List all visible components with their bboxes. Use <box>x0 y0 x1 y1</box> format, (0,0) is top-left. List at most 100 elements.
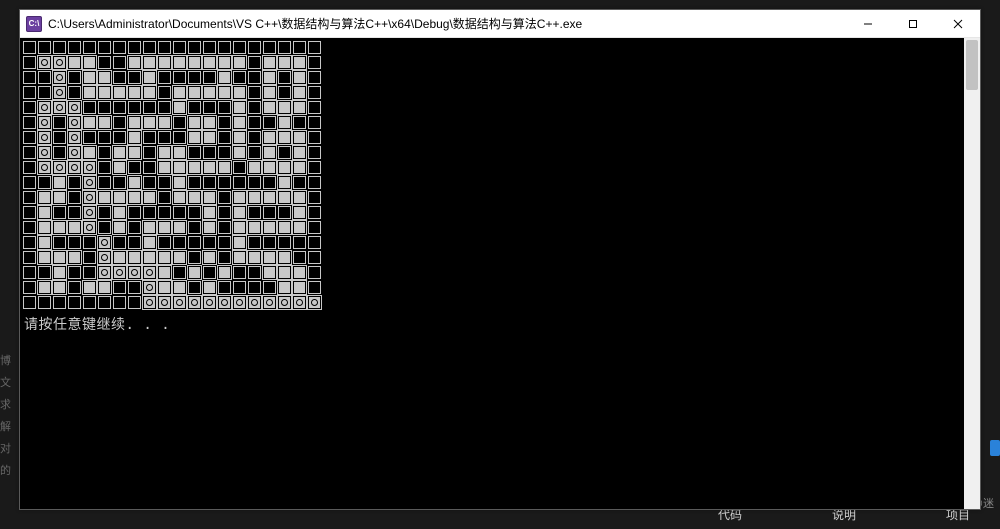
maze-cell <box>172 100 187 115</box>
scrollbar-thumb[interactable] <box>966 40 978 90</box>
maze-cell <box>52 115 67 130</box>
maze-cell <box>52 130 67 145</box>
maze-cell <box>97 85 112 100</box>
maze-cell <box>82 100 97 115</box>
console-scrollbar[interactable] <box>964 38 980 509</box>
maze-cell <box>247 190 262 205</box>
maze-cell <box>187 85 202 100</box>
maze-cell <box>142 85 157 100</box>
maze-cell <box>217 205 232 220</box>
close-button[interactable] <box>935 10 980 37</box>
maze-cell <box>112 100 127 115</box>
maze-cell <box>37 205 52 220</box>
maze-cell <box>307 250 322 265</box>
maze-cell <box>112 130 127 145</box>
maze-cell <box>202 130 217 145</box>
maze-cell <box>67 160 82 175</box>
press-any-key-prompt: 请按任意键继续. . . <box>20 310 980 334</box>
app-icon: C:\ <box>26 16 42 32</box>
console-area[interactable]: 请按任意键继续. . . <box>20 38 980 509</box>
maze-cell <box>307 280 322 295</box>
maze-cell <box>292 265 307 280</box>
maze-cell <box>127 175 142 190</box>
maze-cell <box>157 175 172 190</box>
maze-cell <box>142 190 157 205</box>
maze-cell <box>217 250 232 265</box>
maze-cell <box>22 220 37 235</box>
maze-cell <box>202 205 217 220</box>
maze-cell <box>292 235 307 250</box>
maze-cell <box>112 145 127 160</box>
maze-cell <box>172 85 187 100</box>
maze-cell <box>157 70 172 85</box>
maze-cell <box>22 235 37 250</box>
maze-cell <box>82 220 97 235</box>
maze-cell <box>262 205 277 220</box>
maze-cell <box>142 250 157 265</box>
maze-cell <box>262 145 277 160</box>
maze-cell <box>232 220 247 235</box>
maze-cell <box>127 100 142 115</box>
maze-cell <box>217 55 232 70</box>
maze-cell <box>127 70 142 85</box>
maze-cell <box>307 145 322 160</box>
maze-cell <box>127 235 142 250</box>
maze-cell <box>262 235 277 250</box>
maze-cell <box>187 190 202 205</box>
maze-cell <box>307 100 322 115</box>
maze-cell <box>202 235 217 250</box>
maze-cell <box>97 160 112 175</box>
maze-cell <box>277 70 292 85</box>
maze-cell <box>277 55 292 70</box>
titlebar[interactable]: C:\ C:\Users\Administrator\Documents\VS … <box>20 10 980 38</box>
maze-cell <box>142 265 157 280</box>
maze-cell <box>307 295 322 310</box>
maze-cell <box>217 175 232 190</box>
maze-cell <box>262 175 277 190</box>
maze-cell <box>262 55 277 70</box>
maze-cell <box>37 70 52 85</box>
maze-cell <box>142 100 157 115</box>
maze-cell <box>232 265 247 280</box>
maze-cell <box>22 205 37 220</box>
maze-cell <box>292 250 307 265</box>
maze-cell <box>217 85 232 100</box>
maze-cell <box>202 265 217 280</box>
maze-cell <box>277 100 292 115</box>
maze-cell <box>82 145 97 160</box>
maze-cell <box>247 220 262 235</box>
maze-cell <box>217 160 232 175</box>
maze-cell <box>37 175 52 190</box>
maze-cell <box>157 115 172 130</box>
maze-cell <box>37 145 52 160</box>
maze-cell <box>232 100 247 115</box>
window-title: C:\Users\Administrator\Documents\VS C++\… <box>48 15 845 32</box>
maze-cell <box>82 175 97 190</box>
maze-cell <box>172 265 187 280</box>
maze-cell <box>187 280 202 295</box>
maze-cell <box>112 160 127 175</box>
maze-cell <box>247 130 262 145</box>
maze-cell <box>112 190 127 205</box>
maze-cell <box>22 250 37 265</box>
maze-cell <box>157 190 172 205</box>
page-scroll-indicator[interactable] <box>990 440 1000 456</box>
maze-cell <box>97 70 112 85</box>
maze-cell <box>247 295 262 310</box>
maze-cell <box>202 70 217 85</box>
maximize-button[interactable] <box>890 10 935 37</box>
maze-cell <box>22 145 37 160</box>
minimize-button[interactable] <box>845 10 890 37</box>
maze-cell <box>307 205 322 220</box>
maze-cell <box>127 115 142 130</box>
maze-cell <box>22 70 37 85</box>
maze-cell <box>217 190 232 205</box>
maze-cell <box>82 205 97 220</box>
maze-cell <box>187 175 202 190</box>
maze-cell <box>82 280 97 295</box>
maze-cell <box>157 250 172 265</box>
maze-cell <box>307 265 322 280</box>
maze-cell <box>292 190 307 205</box>
maze-cell <box>127 85 142 100</box>
maze-cell <box>232 145 247 160</box>
